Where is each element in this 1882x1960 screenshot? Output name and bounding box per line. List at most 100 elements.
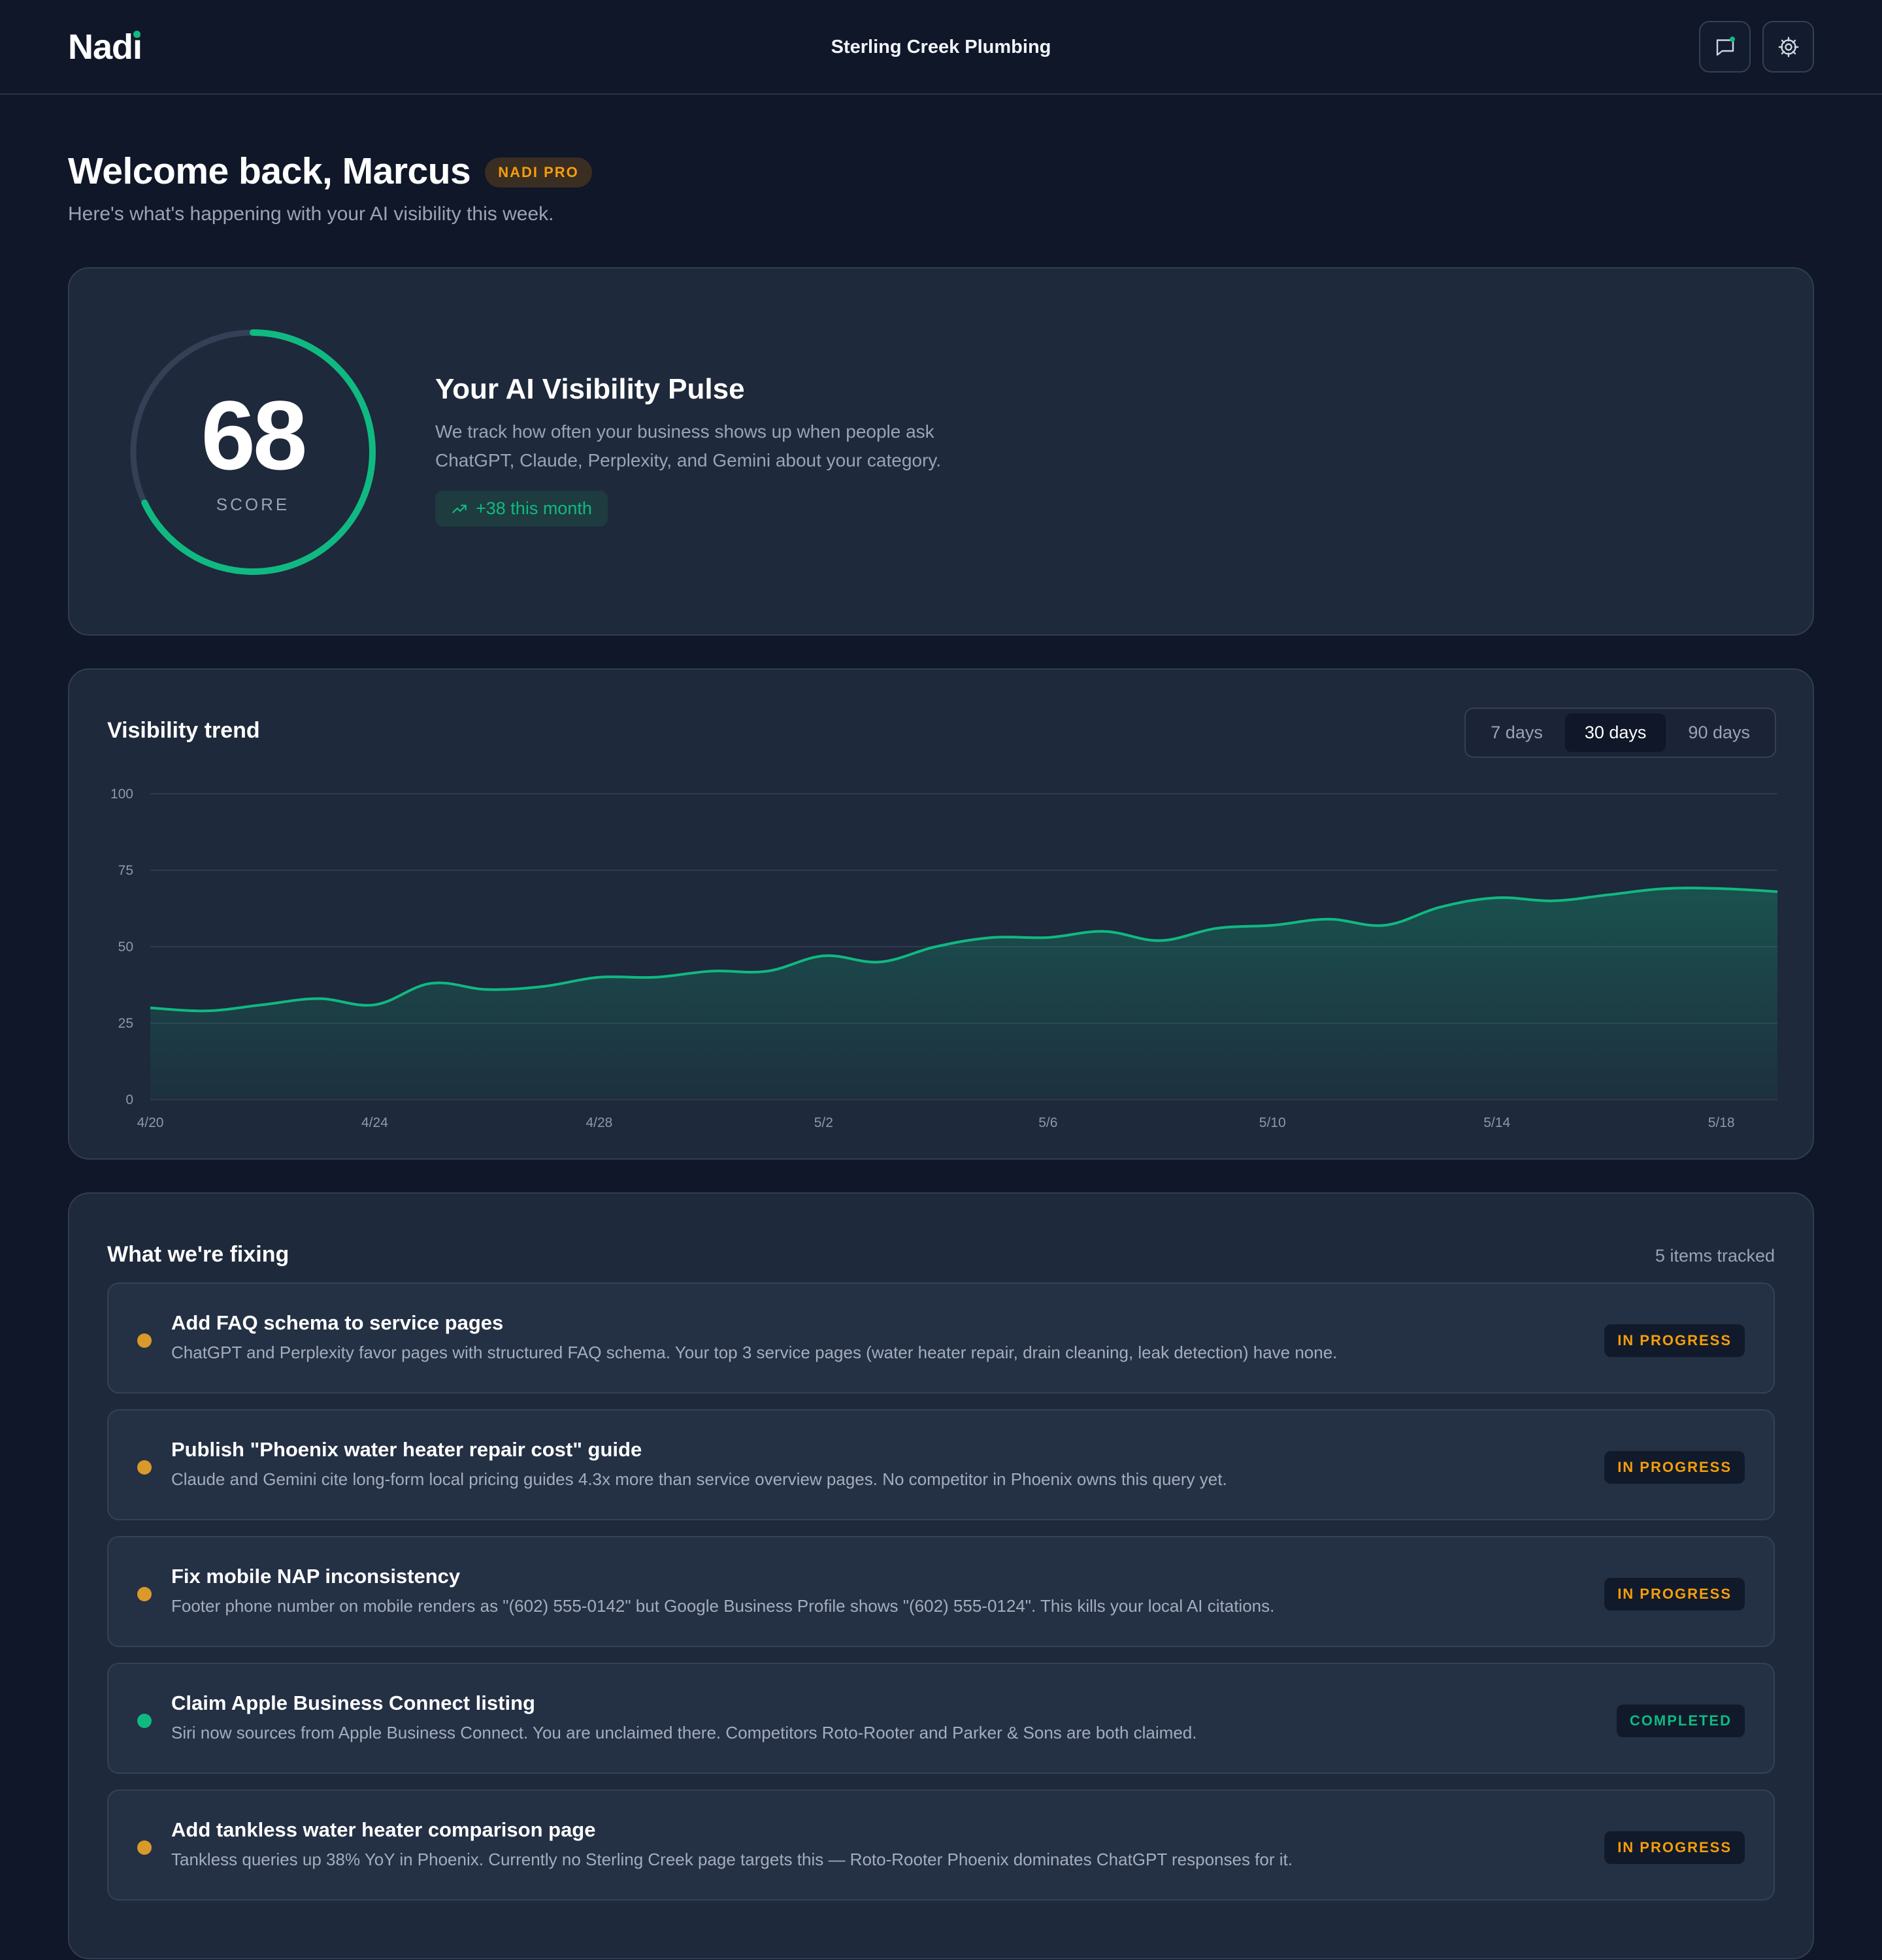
- messages-button[interactable]: [1699, 21, 1751, 73]
- score-change-badge: +38 this month: [435, 491, 608, 527]
- status-badge: IN PROGRESS: [1604, 1324, 1745, 1357]
- y-tick-label: 50: [118, 939, 133, 955]
- fix-item[interactable]: Claim Apple Business Connect listing Sir…: [107, 1663, 1775, 1774]
- data-point: [710, 969, 714, 973]
- fix-item[interactable]: Add FAQ schema to service pages ChatGPT …: [107, 1282, 1775, 1394]
- data-point: [148, 1006, 152, 1010]
- y-tick-label: 100: [110, 787, 133, 802]
- x-tick-label: 4/28: [586, 1115, 612, 1130]
- fix-title: Add FAQ schema to service pages: [171, 1311, 504, 1334]
- score-label: SCORE: [216, 495, 290, 514]
- y-tick-label: 75: [118, 863, 133, 878]
- data-point: [1663, 887, 1667, 890]
- data-point: [1214, 926, 1218, 930]
- fixing-title: What we're fixing: [107, 1242, 289, 1267]
- fix-list: Add FAQ schema to service pages ChatGPT …: [107, 1282, 1775, 1916]
- data-point: [1719, 887, 1723, 890]
- fix-description: ChatGPT and Perplexity favor pages with …: [171, 1343, 1338, 1362]
- top-header: Nadi Sterling Creek Plumbing: [0, 0, 1882, 95]
- x-tick-label: 5/6: [1038, 1115, 1057, 1130]
- y-tick-label: 0: [125, 1092, 133, 1107]
- status-dot: [137, 1460, 152, 1475]
- fix-title: Add tankless water heater comparison pag…: [171, 1818, 596, 1841]
- data-point: [990, 936, 994, 939]
- x-tick-label: 4/20: [137, 1115, 164, 1130]
- data-point: [1327, 917, 1330, 921]
- fix-description: Tankless queries up 38% YoY in Phoenix. …: [171, 1850, 1293, 1869]
- data-point: [372, 1003, 376, 1007]
- status-dot: [137, 1840, 152, 1855]
- business-name: Sterling Creek Plumbing: [831, 37, 1051, 57]
- data-point: [1495, 896, 1499, 900]
- settings-button[interactable]: [1762, 21, 1814, 73]
- header-actions: [1699, 21, 1814, 73]
- status-badge: IN PROGRESS: [1604, 1831, 1745, 1864]
- data-point: [765, 969, 769, 973]
- plan-badge: NADI PRO: [485, 157, 592, 188]
- fix-description: Claude and Gemini cite long-form local p…: [171, 1469, 1227, 1489]
- notification-dot: [1730, 37, 1735, 42]
- fix-title: Publish "Phoenix water heater repair cos…: [171, 1438, 642, 1461]
- status-badge: IN PROGRESS: [1604, 1578, 1745, 1610]
- fix-description: Siri now sources from Apple Business Con…: [171, 1723, 1197, 1742]
- data-point: [317, 997, 321, 1001]
- trend-chart: 100 75 50 25 0 4/20 4/24 4/28 5/2 5/6 5/10 5/14 5/18: [110, 787, 1779, 1130]
- status-dot: [137, 1587, 152, 1601]
- fix-title: Fix mobile NAP inconsistency: [171, 1565, 461, 1588]
- x-tick-label: 5/18: [1708, 1115, 1735, 1130]
- x-tick-label: 4/24: [361, 1115, 388, 1130]
- trending-up-icon: [452, 504, 467, 513]
- data-point: [1046, 936, 1050, 939]
- data-point: [653, 975, 657, 979]
- logo-text: Nadi: [68, 27, 142, 67]
- status-badge: COMPLETED: [1616, 1705, 1745, 1737]
- data-point: [821, 954, 825, 958]
- pulse-title: Your AI Visibility Pulse: [435, 373, 745, 405]
- fix-item[interactable]: Publish "Phoenix water heater repair cos…: [107, 1409, 1775, 1520]
- visibility-trend-card: Visibility trend 7 days 30 days 90 days …: [68, 668, 1814, 1160]
- area-fill: [150, 888, 1777, 1100]
- data-point: [205, 1009, 208, 1013]
- x-tick-label: 5/10: [1259, 1115, 1286, 1130]
- data-point: [429, 981, 433, 985]
- pulse-description-line2: ChatGPT, Claude, Perplexity, and Gemini …: [435, 450, 942, 470]
- data-point: [1270, 923, 1274, 927]
- status-badge: IN PROGRESS: [1604, 1451, 1745, 1484]
- pulse-description: We track how often your business shows u…: [435, 417, 1023, 475]
- data-point: [1102, 930, 1106, 934]
- data-point: [878, 960, 882, 964]
- data-point: [1551, 899, 1555, 903]
- data-point: [485, 988, 489, 992]
- items-tracked-count: 5 items tracked: [1655, 1246, 1775, 1266]
- welcome-row: Welcome back, Marcus NADI PRO: [68, 150, 1814, 193]
- fix-item[interactable]: Fix mobile NAP inconsistency Footer phon…: [107, 1536, 1775, 1647]
- score-value: 68: [201, 380, 308, 490]
- welcome-title: Welcome back, Marcus: [68, 150, 471, 192]
- fixing-card: What we're fixing 5 items tracked Add FA…: [68, 1192, 1814, 1959]
- status-dot: [137, 1333, 152, 1348]
- data-point: [1775, 890, 1779, 894]
- score-change-text: +38 this month: [476, 498, 592, 518]
- data-point: [1383, 923, 1387, 927]
- y-tick-label: 25: [118, 1016, 133, 1031]
- data-point: [1439, 905, 1443, 909]
- fix-title: Claim Apple Business Connect listing: [171, 1691, 535, 1714]
- x-tick-label: 5/14: [1483, 1115, 1510, 1130]
- x-tick-label: 5/2: [814, 1115, 833, 1130]
- pulse-description-line1: We track how often your business shows u…: [435, 421, 934, 442]
- pulse-info: Your AI Visibility Pulse We track how of…: [435, 373, 1023, 527]
- status-dot: [137, 1714, 152, 1728]
- main-content: Welcome back, Marcus NADI PRO Here's wha…: [0, 150, 1882, 1959]
- pulse-card: 68 SCORE Your AI Visibility Pulse We tra…: [68, 267, 1814, 636]
- data-point: [1607, 892, 1611, 896]
- data-point: [541, 985, 545, 988]
- logo-dot: [133, 30, 141, 38]
- nadi-logo[interactable]: Nadi: [68, 27, 142, 67]
- welcome-subtitle: Here's what's happening with your AI vis…: [68, 203, 554, 225]
- gear-icon: [1778, 37, 1798, 57]
- fix-item[interactable]: Add tankless water heater comparison pag…: [107, 1789, 1775, 1901]
- fix-description: Footer phone number on mobile renders as…: [171, 1596, 1275, 1616]
- data-point: [261, 1003, 265, 1007]
- data-point: [934, 945, 938, 949]
- data-point: [1159, 939, 1163, 943]
